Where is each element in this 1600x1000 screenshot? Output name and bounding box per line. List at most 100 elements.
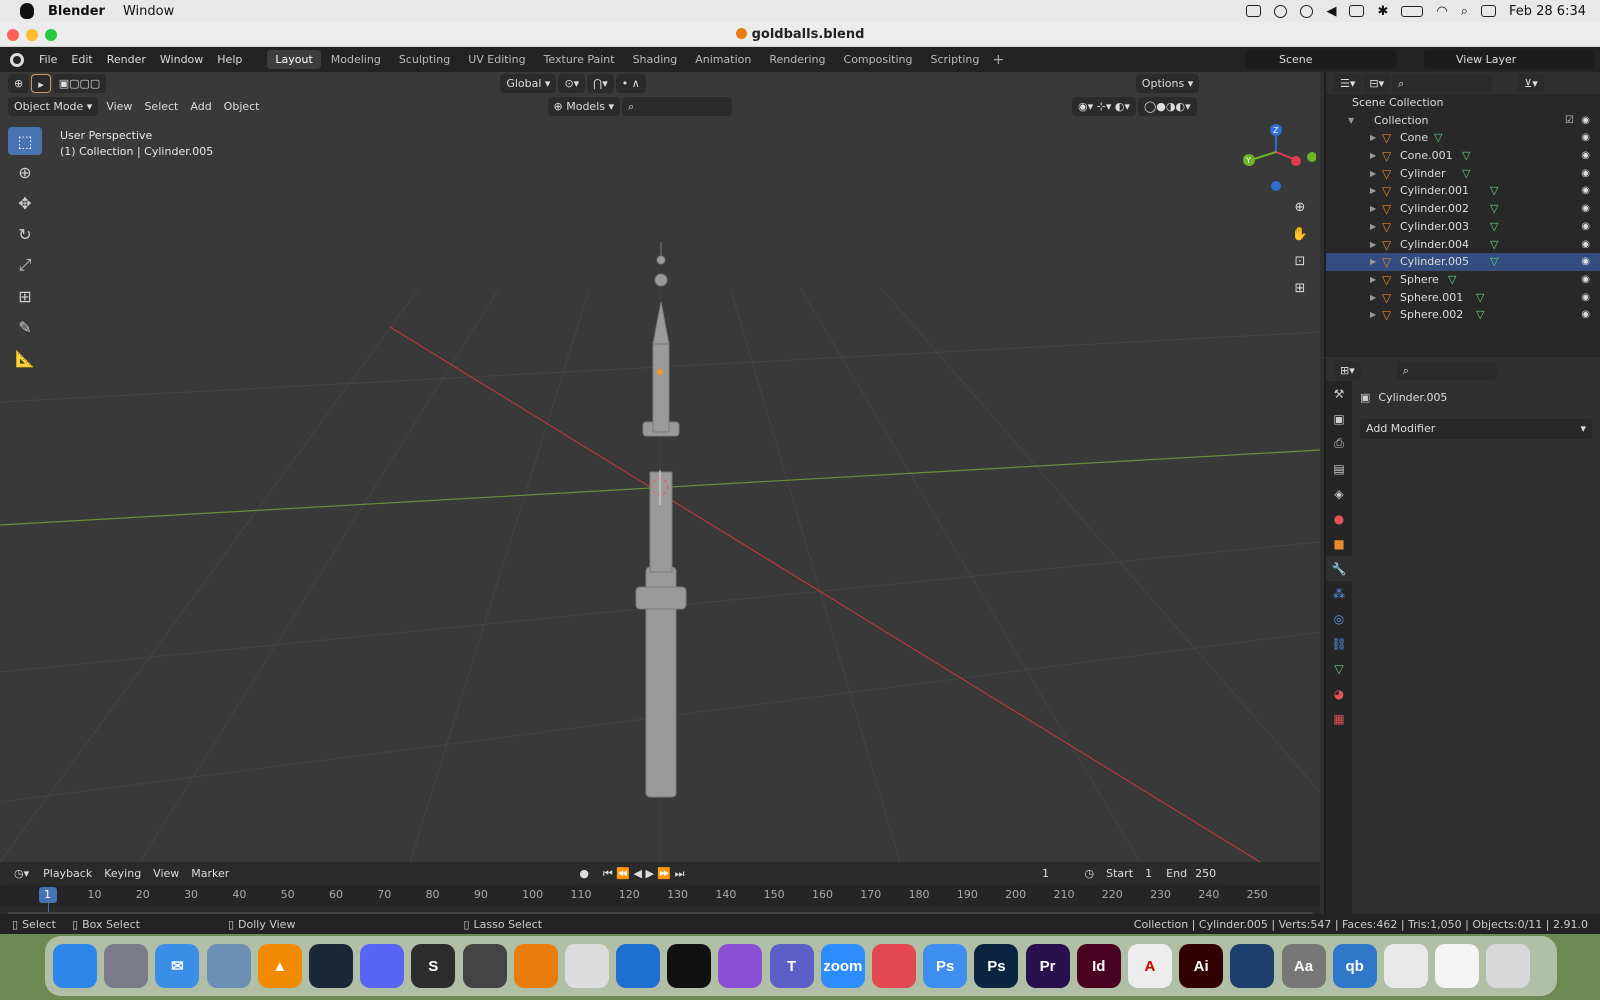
- blender-logo-icon[interactable]: [10, 52, 24, 67]
- output-tab-icon[interactable]: ⎙: [1326, 431, 1352, 456]
- dock-finder-icon[interactable]: [53, 944, 97, 988]
- tab-rendering[interactable]: Rendering: [761, 50, 833, 69]
- dock-discord-icon[interactable]: [360, 944, 405, 988]
- dock-preview-icon[interactable]: [206, 944, 251, 988]
- dock-window-thumbnail-icon[interactable]: [1435, 944, 1480, 988]
- outliner-item[interactable]: ▶ ▽ Cylinder.005 ▽ ◉: [1326, 253, 1600, 271]
- dock-launchpad-icon[interactable]: [104, 944, 149, 988]
- mode-dropdown[interactable]: Object Mode ▾: [8, 97, 99, 116]
- viewport-search-input[interactable]: ⌕: [622, 97, 733, 116]
- dock-blender-icon[interactable]: [513, 944, 558, 988]
- outliner-item[interactable]: ▶ ▽ Cylinder ▽ ◉: [1326, 165, 1600, 183]
- modifier-tab-icon[interactable]: 🔧: [1326, 556, 1352, 581]
- expand-icon[interactable]: ▼: [1348, 112, 1354, 130]
- tab-compositing[interactable]: Compositing: [836, 50, 921, 69]
- pivot-icon[interactable]: ⊙▾: [558, 74, 586, 93]
- dock-unity-icon[interactable]: [462, 944, 507, 988]
- tab-animation[interactable]: Animation: [687, 50, 759, 69]
- dock-vscode-icon[interactable]: [616, 944, 661, 988]
- outliner-item[interactable]: ▶ ▽ Sphere.001 ▽ ◉: [1326, 289, 1600, 307]
- mesh-data-icon[interactable]: ▽: [1448, 271, 1456, 289]
- dock-sublime-icon[interactable]: S: [411, 944, 456, 988]
- outliner-item[interactable]: ▶ ▽ Cylinder.003 ▽ ◉: [1326, 218, 1600, 236]
- display-mode-icon[interactable]: ⊟▾: [1363, 73, 1391, 93]
- minimize-button[interactable]: [26, 29, 38, 41]
- select-tool-icon[interactable]: ⬚: [8, 127, 42, 155]
- add-workspace-button[interactable]: +: [989, 52, 1007, 68]
- scale-tool-icon[interactable]: ⤢: [8, 251, 42, 279]
- playback-controls-icon[interactable]: ⏮ ⏪ ◀ ▶ ⏩ ⏭: [596, 863, 691, 883]
- select-box-mode-icon[interactable]: ▣▢▢▢: [52, 74, 107, 93]
- expand-icon[interactable]: ▶: [1370, 306, 1376, 324]
- expand-icon[interactable]: ▶: [1370, 236, 1376, 254]
- tool-tab-icon[interactable]: ⚒: [1326, 381, 1352, 406]
- eye-icon[interactable]: ◉: [1581, 289, 1590, 307]
- end-frame-field[interactable]: End 250: [1160, 863, 1223, 883]
- control-center-icon[interactable]: [1480, 5, 1496, 17]
- tab-uv-editing[interactable]: UV Editing: [460, 50, 533, 69]
- tab-layout[interactable]: Layout: [267, 50, 321, 69]
- expand-icon[interactable]: ▶: [1370, 200, 1376, 218]
- expand-icon[interactable]: ▶: [1370, 253, 1376, 271]
- shading-modes-icon[interactable]: ◯●◑◐▾: [1138, 97, 1197, 116]
- scene-selector[interactable]: Scene: [1245, 50, 1397, 69]
- menu-view[interactable]: View: [100, 100, 138, 113]
- dock-acrobat-icon[interactable]: A: [1127, 944, 1172, 988]
- pan-hand-icon[interactable]: ✋: [1288, 222, 1312, 246]
- outliner-item[interactable]: ▶ ▽ Cone ▽ ◉: [1326, 129, 1600, 147]
- dock-photoshop-express-icon[interactable]: Ps: [923, 944, 968, 988]
- timeline-ruler[interactable]: 1 10 20 30 40 50 60 70 80 90 100 110 120 130 140 150 160…: [0, 885, 1320, 913]
- zoom-button[interactable]: [45, 29, 57, 41]
- outliner-row-scene-collection[interactable]: Scene Collection: [1326, 94, 1600, 112]
- proportional-edit-icon[interactable]: • ∧: [615, 74, 646, 93]
- play-icon[interactable]: [1274, 4, 1288, 18]
- outliner-search-input[interactable]: ⌕: [1392, 73, 1493, 93]
- dock-quicktime-icon[interactable]: [1230, 944, 1275, 988]
- filter-icon[interactable]: ⊻▾: [1518, 73, 1544, 93]
- mesh-data-icon[interactable]: ▽: [1490, 200, 1498, 218]
- menu-add[interactable]: Add: [184, 100, 217, 113]
- menu-view-timeline[interactable]: View: [147, 867, 185, 880]
- menu-keying[interactable]: Keying: [98, 867, 147, 880]
- cast-icon[interactable]: [1246, 5, 1262, 17]
- tab-sculpting[interactable]: Sculpting: [391, 50, 458, 69]
- eye-icon[interactable]: ◉: [1581, 236, 1590, 254]
- eye-icon[interactable]: ◉: [1581, 218, 1590, 236]
- expand-icon[interactable]: ▶: [1370, 147, 1376, 165]
- view-layer-selector[interactable]: View Layer: [1424, 50, 1594, 69]
- transform-tool-icon[interactable]: ⊞: [8, 282, 42, 310]
- mesh-data-icon[interactable]: ▽: [1490, 218, 1498, 236]
- dock-zoom-icon[interactable]: zoom: [820, 944, 865, 988]
- expand-icon[interactable]: ▶: [1370, 165, 1376, 183]
- select-mode-icon[interactable]: ▸: [31, 74, 51, 93]
- bluetooth-icon[interactable]: ✱: [1377, 4, 1388, 19]
- zoom-icon[interactable]: ⊕: [1288, 195, 1312, 219]
- mesh-data-icon[interactable]: ▽: [1434, 129, 1442, 147]
- mesh-data-icon[interactable]: ▽: [1462, 147, 1470, 165]
- dock-steam-icon[interactable]: [308, 944, 353, 988]
- tab-scripting[interactable]: Scripting: [922, 50, 987, 69]
- annotate-tool-icon[interactable]: ✎: [8, 313, 42, 341]
- constraints-tab-icon[interactable]: ⛓: [1326, 631, 1352, 656]
- mesh-data-icon[interactable]: ▽: [1462, 165, 1470, 183]
- tab-texture-paint[interactable]: Texture Paint: [536, 50, 623, 69]
- properties-type-icon[interactable]: ⊞▾: [1334, 360, 1361, 380]
- dock-qbittorrent-icon[interactable]: qb: [1332, 944, 1377, 988]
- texture-tab-icon[interactable]: ▦: [1326, 706, 1352, 731]
- mesh-data-icon[interactable]: ▽: [1490, 182, 1498, 200]
- outliner-item[interactable]: ▶ ▽ Cone.001 ▽ ◉: [1326, 147, 1600, 165]
- data-tab-icon[interactable]: ▽: [1326, 656, 1352, 681]
- wifi-icon[interactable]: ◠: [1436, 4, 1447, 19]
- eye-icon[interactable]: ◉: [1581, 253, 1590, 271]
- expand-icon[interactable]: ▶: [1370, 218, 1376, 236]
- tab-shading[interactable]: Shading: [625, 50, 686, 69]
- menu-playback[interactable]: Playback: [37, 867, 98, 880]
- editor-type-icon[interactable]: ⊕: [8, 74, 30, 93]
- display-icon[interactable]: [1349, 5, 1365, 17]
- battery-icon[interactable]: [1401, 5, 1424, 17]
- expand-icon[interactable]: ▶: [1370, 129, 1376, 147]
- ortho-grid-icon[interactable]: ⊞: [1288, 276, 1312, 300]
- menu-window[interactable]: Window: [153, 47, 210, 72]
- menu-file[interactable]: File: [32, 47, 64, 72]
- options-dropdown[interactable]: Options ▾: [1135, 74, 1200, 93]
